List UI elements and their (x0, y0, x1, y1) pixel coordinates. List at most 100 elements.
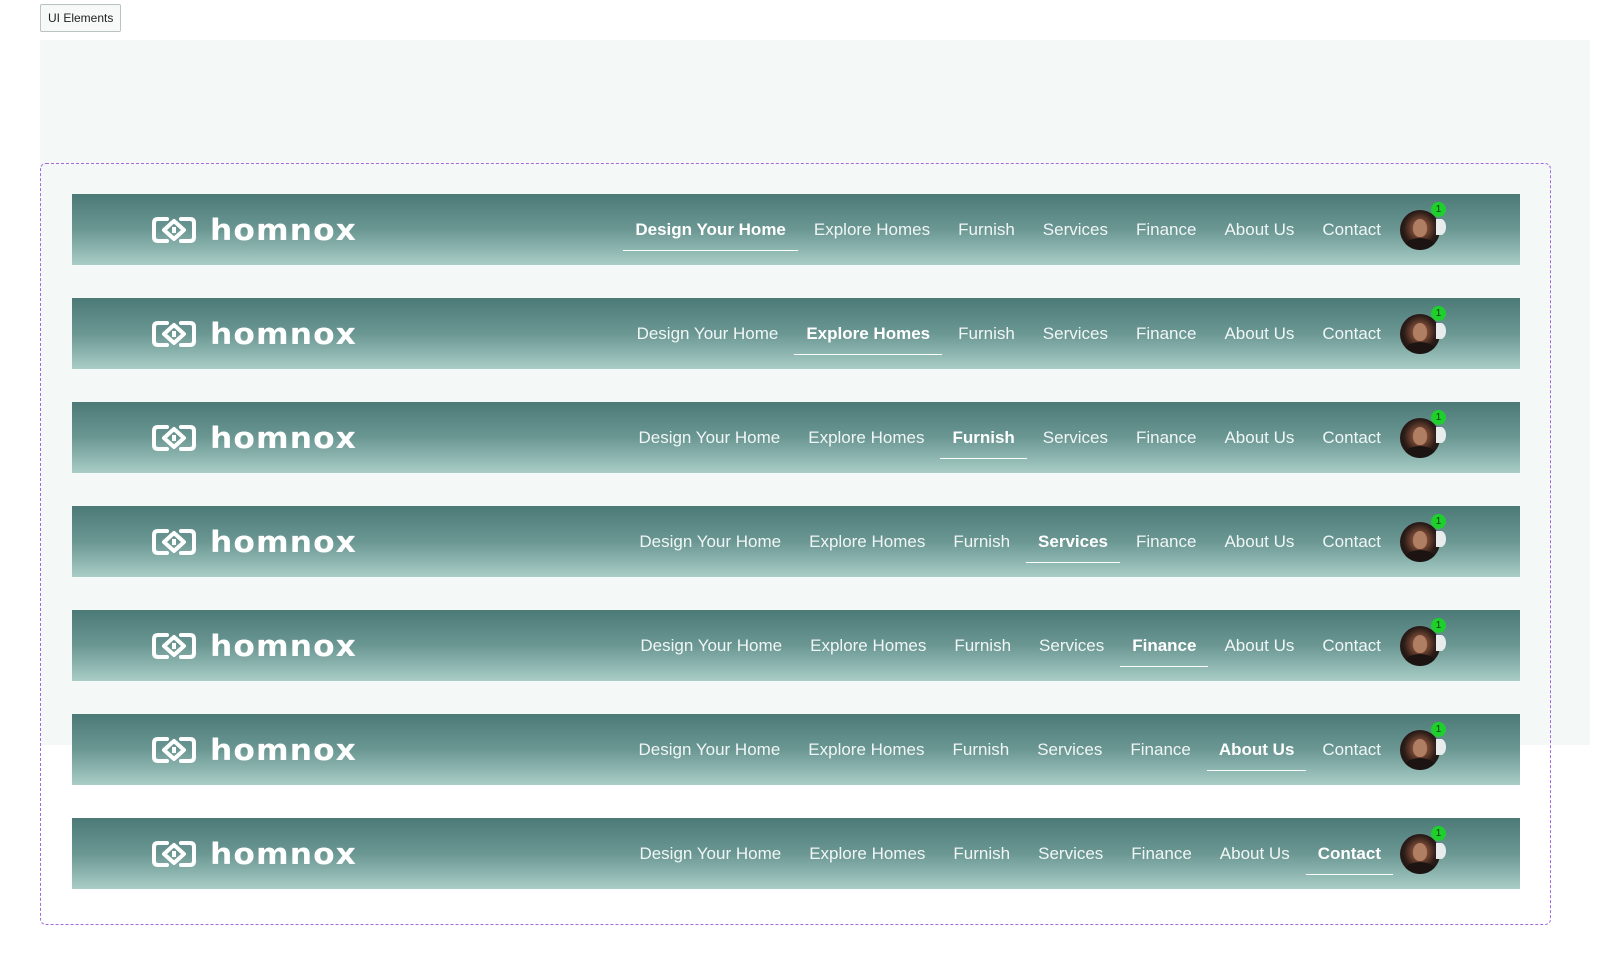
brand-name: homnox (210, 732, 357, 767)
nav-item-furnish[interactable]: Furnish (940, 402, 1028, 473)
logo[interactable]: homnox (152, 194, 356, 265)
nav-item-design-your-home[interactable]: Design Your Home (626, 402, 792, 473)
nav-item-explore-homes[interactable]: Explore Homes (797, 506, 937, 577)
user-avatar-button[interactable]: 1 (1400, 722, 1446, 770)
nav-item-services[interactable]: Services (1026, 506, 1120, 577)
nav-item-contact[interactable]: Contact (1310, 402, 1393, 473)
avatar-rim (1436, 739, 1446, 755)
nav-item-finance[interactable]: Finance (1118, 714, 1202, 785)
nav-item-about-us[interactable]: About Us (1212, 194, 1306, 265)
nav-item-design-your-home[interactable]: Design Your Home (627, 506, 793, 577)
brand-name: homnox (210, 628, 357, 663)
nav-item-finance[interactable]: Finance (1120, 610, 1209, 681)
logo[interactable]: homnox (152, 610, 356, 681)
nav-item-explore-homes[interactable]: Explore Homes (802, 194, 942, 265)
logo[interactable]: homnox (152, 402, 356, 473)
nav-item-furnish[interactable]: Furnish (946, 194, 1027, 265)
nav-item-finance[interactable]: Finance (1119, 818, 1203, 889)
nav-item-furnish[interactable]: Furnish (942, 610, 1023, 681)
brand-name: homnox (210, 836, 357, 871)
user-avatar-button[interactable]: 1 (1400, 826, 1446, 874)
homnox-logo-icon (152, 528, 196, 555)
nav-item-contact[interactable]: Contact (1310, 610, 1393, 681)
homnox-logo-icon (152, 424, 196, 451)
nav-item-furnish[interactable]: Furnish (941, 506, 1022, 577)
nav-item-finance[interactable]: Finance (1124, 194, 1208, 265)
nav-item-about-us[interactable]: About Us (1212, 506, 1306, 577)
notification-badge: 1 (1431, 202, 1446, 217)
homnox-logo-icon (152, 840, 196, 867)
homnox-logo-icon (152, 632, 196, 659)
avatar-rim (1436, 219, 1446, 235)
user-avatar-button[interactable]: 1 (1400, 514, 1446, 562)
navbar-variant-1: homnox Design Your Home Explore Homes Furn… (72, 194, 1520, 265)
notification-badge: 1 (1431, 618, 1446, 633)
nav-item-explore-homes[interactable]: Explore Homes (797, 818, 937, 889)
nav-item-furnish[interactable]: Furnish (946, 298, 1027, 369)
main-nav: Design Your Home Explore Homes Furnish Serv… (621, 194, 1395, 265)
navbar-variant-4: homnox Design Your Home Explore Homes Furn… (72, 506, 1520, 577)
nav-item-about-us[interactable]: About Us (1206, 714, 1307, 785)
notification-badge: 1 (1431, 722, 1446, 737)
nav-item-finance[interactable]: Finance (1124, 506, 1208, 577)
nav-item-contact[interactable]: Contact (1310, 298, 1393, 369)
nav-item-about-us[interactable]: About Us (1212, 610, 1306, 681)
nav-item-about-us[interactable]: About Us (1208, 818, 1302, 889)
nav-item-design-your-home[interactable]: Design Your Home (625, 298, 791, 369)
nav-item-finance[interactable]: Finance (1124, 298, 1208, 369)
navbar-variant-2: homnox Design Your Home Explore Homes Furn… (72, 298, 1520, 369)
nav-item-furnish[interactable]: Furnish (941, 714, 1022, 785)
nav-item-contact[interactable]: Contact (1305, 818, 1394, 889)
nav-item-services[interactable]: Services (1025, 714, 1114, 785)
nav-item-design-your-home[interactable]: Design Your Home (623, 194, 798, 265)
navbar-variant-7: homnox Design Your Home Explore Homes Furn… (72, 818, 1520, 889)
nav-item-design-your-home[interactable]: Design Your Home (627, 714, 793, 785)
nav-item-explore-homes[interactable]: Explore Homes (798, 610, 938, 681)
avatar-rim (1436, 427, 1446, 443)
navbar-variant-3: homnox Design Your Home Explore Homes Furn… (72, 402, 1520, 473)
frame-label[interactable]: UI Elements (40, 4, 122, 32)
logo[interactable]: homnox (152, 506, 356, 577)
nav-item-explore-homes[interactable]: Explore Homes (796, 714, 936, 785)
brand-name: homnox (210, 316, 357, 351)
nav-item-design-your-home[interactable]: Design Your Home (628, 610, 794, 681)
navbar-variant-5: homnox Design Your Home Explore Homes Furn… (72, 610, 1520, 681)
nav-item-design-your-home[interactable]: Design Your Home (627, 818, 793, 889)
main-nav: Design Your Home Explore Homes Furnish Serv… (625, 506, 1395, 577)
main-nav: Design Your Home Explore Homes Furnish Serv… (625, 818, 1395, 889)
notification-badge: 1 (1431, 410, 1446, 425)
main-nav: Design Your Home Explore Homes Furnish Serv… (626, 610, 1395, 681)
logo[interactable]: homnox (152, 714, 356, 785)
nav-item-services[interactable]: Services (1031, 194, 1120, 265)
user-avatar-button[interactable]: 1 (1400, 410, 1446, 458)
user-avatar-button[interactable]: 1 (1400, 618, 1446, 666)
notification-badge: 1 (1431, 826, 1446, 841)
nav-item-about-us[interactable]: About Us (1212, 298, 1306, 369)
notification-badge: 1 (1431, 514, 1446, 529)
avatar-rim (1436, 635, 1446, 651)
nav-item-services[interactable]: Services (1026, 818, 1115, 889)
nav-item-services[interactable]: Services (1027, 610, 1116, 681)
nav-item-finance[interactable]: Finance (1124, 402, 1208, 473)
main-nav: Design Your Home Explore Homes Furnish Serv… (624, 402, 1395, 473)
avatar-rim (1436, 531, 1446, 547)
user-avatar-button[interactable]: 1 (1400, 202, 1446, 250)
nav-item-explore-homes[interactable]: Explore Homes (796, 402, 936, 473)
nav-item-explore-homes[interactable]: Explore Homes (794, 298, 942, 369)
avatar-rim (1436, 323, 1446, 339)
notification-badge: 1 (1431, 306, 1446, 321)
homnox-logo-icon (152, 216, 196, 243)
nav-item-contact[interactable]: Contact (1310, 714, 1393, 785)
nav-item-contact[interactable]: Contact (1310, 506, 1393, 577)
brand-name: homnox (210, 524, 357, 559)
logo[interactable]: homnox (152, 818, 356, 889)
logo[interactable]: homnox (152, 298, 356, 369)
user-avatar-button[interactable]: 1 (1400, 306, 1446, 354)
main-nav: Design Your Home Explore Homes Furnish Serv… (625, 714, 1395, 785)
nav-item-about-us[interactable]: About Us (1212, 402, 1306, 473)
nav-item-contact[interactable]: Contact (1310, 194, 1393, 265)
homnox-logo-icon (152, 320, 196, 347)
nav-item-furnish[interactable]: Furnish (941, 818, 1022, 889)
nav-item-services[interactable]: Services (1031, 402, 1120, 473)
nav-item-services[interactable]: Services (1031, 298, 1120, 369)
